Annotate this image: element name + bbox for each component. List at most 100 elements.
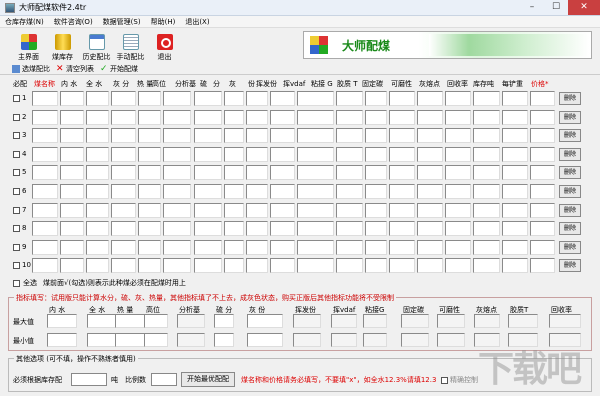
cell-input[interactable] <box>138 109 161 125</box>
cell-input[interactable] <box>111 91 136 106</box>
cell-input[interactable] <box>445 258 471 274</box>
cell-input[interactable] <box>270 165 295 181</box>
cell-input[interactable] <box>60 146 84 162</box>
cell-input[interactable] <box>530 146 555 162</box>
cell-input[interactable] <box>530 184 555 199</box>
cell-input[interactable] <box>246 221 268 237</box>
exit-button[interactable]: 退出 <box>148 31 181 62</box>
cell-input[interactable] <box>224 128 244 144</box>
cell-input[interactable] <box>389 184 415 199</box>
cell-input[interactable] <box>86 146 109 162</box>
cell-input[interactable] <box>32 165 58 181</box>
required-checkbox[interactable] <box>13 132 20 140</box>
cell-input[interactable] <box>297 221 334 237</box>
cell-input[interactable] <box>417 239 443 255</box>
cell-input[interactable] <box>502 239 528 255</box>
menu-consult[interactable]: 软件咨询(O) <box>49 17 98 27</box>
cell-input[interactable] <box>336 239 363 255</box>
menu-data[interactable]: 数据管理(S) <box>98 17 146 27</box>
limit-input[interactable] <box>401 314 429 328</box>
limit-input[interactable] <box>363 314 387 328</box>
cell-input[interactable] <box>246 109 268 125</box>
cell-input[interactable] <box>32 146 58 162</box>
cell-input[interactable] <box>246 91 268 106</box>
cell-input[interactable] <box>530 165 555 181</box>
cell-input[interactable] <box>246 128 268 144</box>
limit-input[interactable] <box>247 314 283 328</box>
cell-input[interactable] <box>270 128 295 144</box>
cell-input[interactable] <box>86 184 109 199</box>
cell-input[interactable] <box>336 109 363 125</box>
required-checkbox[interactable] <box>13 113 20 121</box>
limit-input[interactable] <box>214 333 234 347</box>
cell-input[interactable] <box>530 91 555 106</box>
ratio-input[interactable] <box>151 373 177 386</box>
cell-input[interactable] <box>60 128 84 144</box>
limit-input[interactable] <box>331 333 357 347</box>
required-checkbox[interactable] <box>13 262 20 270</box>
limit-input[interactable] <box>87 314 117 328</box>
cell-input[interactable] <box>365 202 387 218</box>
cell-input[interactable] <box>270 146 295 162</box>
cell-input[interactable] <box>224 258 244 274</box>
cell-input[interactable] <box>389 91 415 106</box>
cell-input[interactable] <box>365 128 387 144</box>
cell-input[interactable] <box>365 239 387 255</box>
cell-input[interactable] <box>60 258 84 274</box>
limit-input[interactable] <box>47 314 77 328</box>
select-coal-button[interactable]: 选煤配比 <box>12 64 50 74</box>
cell-input[interactable] <box>224 184 244 199</box>
cell-input[interactable] <box>417 91 443 106</box>
cell-input[interactable] <box>86 165 109 181</box>
cell-input[interactable] <box>32 184 58 199</box>
cell-input[interactable] <box>32 91 58 106</box>
limit-input[interactable] <box>549 314 581 328</box>
cell-input[interactable] <box>365 184 387 199</box>
cell-input[interactable] <box>60 221 84 237</box>
cell-input[interactable] <box>32 258 58 274</box>
cell-input[interactable] <box>86 221 109 237</box>
cell-input[interactable] <box>194 146 222 162</box>
limit-input[interactable] <box>293 333 321 347</box>
cell-input[interactable] <box>445 239 471 255</box>
cell-input[interactable] <box>445 165 471 181</box>
menu-help[interactable]: 帮助(H) <box>146 17 181 27</box>
cell-input[interactable] <box>365 258 387 274</box>
cell-input[interactable] <box>445 91 471 106</box>
cell-input[interactable] <box>502 128 528 144</box>
cell-input[interactable] <box>246 184 268 199</box>
cell-input[interactable] <box>111 146 136 162</box>
limit-input[interactable] <box>437 333 465 347</box>
cell-input[interactable] <box>417 184 443 199</box>
cell-input[interactable] <box>270 239 295 255</box>
cell-input[interactable] <box>60 202 84 218</box>
cell-input[interactable] <box>32 221 58 237</box>
required-checkbox[interactable] <box>13 150 20 158</box>
limit-input[interactable] <box>331 314 357 328</box>
limit-input[interactable] <box>115 333 147 347</box>
cell-input[interactable] <box>473 202 500 218</box>
required-checkbox[interactable] <box>13 95 20 102</box>
cell-input[interactable] <box>224 202 244 218</box>
history-button[interactable]: 历史配比 <box>80 31 113 62</box>
cell-input[interactable] <box>530 239 555 255</box>
cell-input[interactable] <box>336 91 363 106</box>
cell-input[interactable] <box>502 202 528 218</box>
delete-row-button[interactable]: 删除 <box>559 129 581 143</box>
cell-input[interactable] <box>502 258 528 274</box>
cell-input[interactable] <box>365 91 387 106</box>
cell-input[interactable] <box>86 202 109 218</box>
cell-input[interactable] <box>473 239 500 255</box>
cell-input[interactable] <box>138 221 161 237</box>
cell-input[interactable] <box>111 258 136 274</box>
limit-input[interactable] <box>401 333 429 347</box>
cell-input[interactable] <box>138 258 161 274</box>
cell-input[interactable] <box>445 146 471 162</box>
cell-input[interactable] <box>194 258 222 274</box>
cell-input[interactable] <box>417 221 443 237</box>
cell-input[interactable] <box>389 258 415 274</box>
cell-input[interactable] <box>224 165 244 181</box>
delete-row-button[interactable]: 删除 <box>559 259 581 273</box>
cell-input[interactable] <box>246 239 268 255</box>
cell-input[interactable] <box>336 146 363 162</box>
